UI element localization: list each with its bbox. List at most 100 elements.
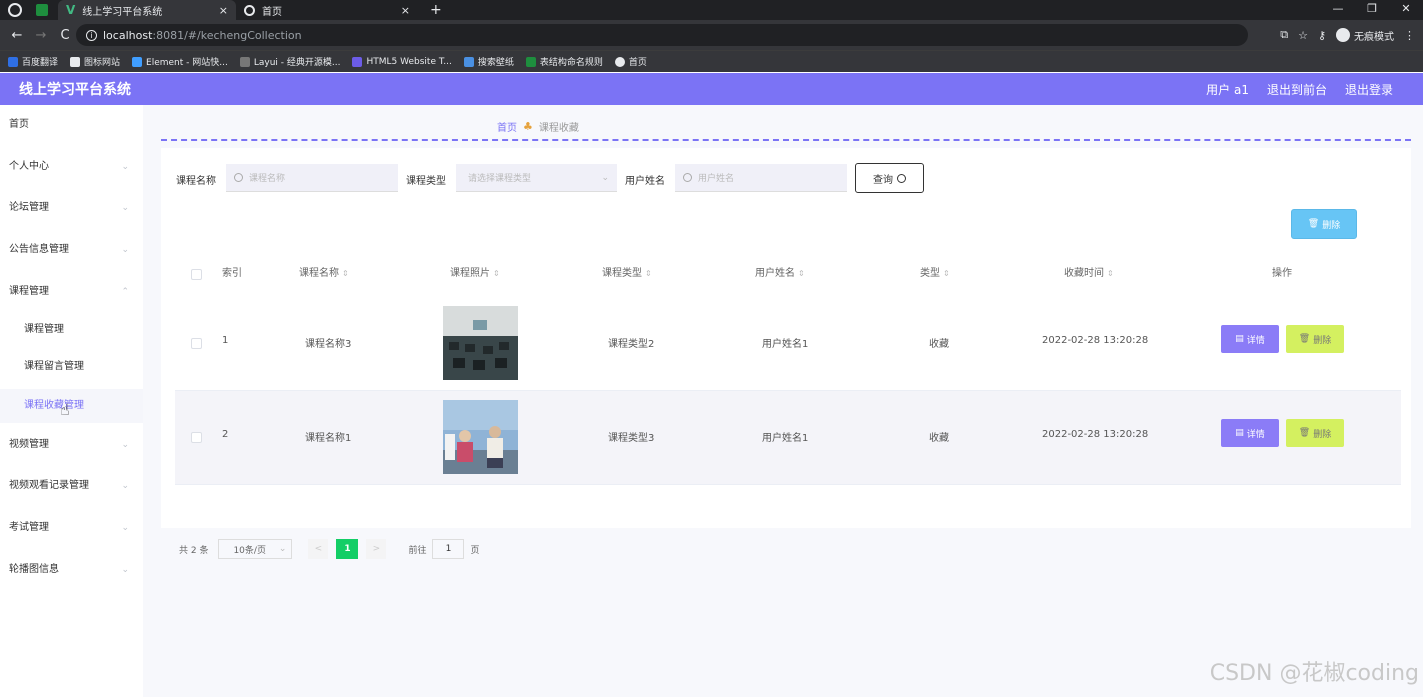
new-tab-button[interactable]: + <box>430 2 442 18</box>
detail-button[interactable]: ▤ 详情 <box>1221 419 1279 447</box>
forward-icon[interactable]: → <box>34 28 48 43</box>
bookmark-item[interactable]: 表结构命名规则 <box>525 55 603 68</box>
sidebar-item-course-group[interactable]: 课程管理 ⌃ <box>0 277 143 307</box>
reload-icon[interactable]: C <box>58 28 72 43</box>
sidebar-item-forum[interactable]: 论坛管理 ⌄ <box>0 193 143 223</box>
browser-tab[interactable]: 首页 × <box>236 0 418 20</box>
back-icon[interactable]: ← <box>10 28 24 43</box>
prev-page-button[interactable]: < <box>308 539 329 559</box>
sort-icon[interactable]: ⇕ <box>798 269 805 278</box>
bookmark-item[interactable]: HTML5 Website T... <box>352 56 452 67</box>
batch-delete-label: 删除 <box>1322 220 1341 231</box>
bookmark-label: Layui - 经典开源模... <box>253 58 341 68</box>
column-label: 类型 <box>920 268 940 279</box>
incognito-indicator[interactable]: 无痕模式 <box>1336 28 1394 43</box>
column-label: 用户姓名 <box>755 268 795 279</box>
sidebar-item-label: 论坛管理 <box>9 202 49 213</box>
bookmark-item[interactable]: Layui - 经典开源模... <box>239 55 341 68</box>
cell-course-name: 课程名称3 <box>305 339 352 350</box>
bookmark-item[interactable]: 搜索壁纸 <box>463 55 514 68</box>
query-button-label: 查询 <box>873 174 893 186</box>
url-input[interactable]: i localhost :8081/#/kechengCollection <box>76 24 1248 46</box>
restore-icon[interactable]: ❐ <box>1355 0 1389 20</box>
bookmark-star-icon[interactable]: ☆ <box>1298 29 1308 42</box>
tab-search-icon[interactable] <box>36 4 48 16</box>
logout-link[interactable]: 退出登录 <box>1345 81 1393 98</box>
browser-menu-icon[interactable] <box>8 3 22 17</box>
sort-icon[interactable]: ⇕ <box>1107 269 1114 278</box>
detail-button[interactable]: ▤ 详情 <box>1221 325 1279 353</box>
tab-title: 线上学习平台系统 <box>82 6 163 18</box>
column-header-actions: 操作 <box>1272 268 1292 279</box>
sort-icon[interactable]: ⇕ <box>493 269 500 278</box>
back-to-front-link[interactable]: 退出到前台 <box>1267 81 1327 98</box>
delete-button[interactable]: 🗑 删除 <box>1286 419 1344 447</box>
column-header-course-photo[interactable]: 课程照片 ⇕ <box>450 255 500 293</box>
sidebar-item-course[interactable]: 课程管理 <box>0 315 143 345</box>
column-header-user-name[interactable]: 用户姓名 ⇕ <box>755 255 805 293</box>
sidebar-item-course-comment[interactable]: 课程留言管理 <box>0 352 143 382</box>
next-page-button[interactable]: > <box>366 539 387 559</box>
cell-kind: 收藏 <box>929 433 949 444</box>
address-bar-actions: ⧉ ☆ ⚷ 无痕模式 ⋮ <box>1280 24 1415 46</box>
page-size-select[interactable]: 10条/页 ⌄ <box>218 539 293 559</box>
batch-delete-button[interactable]: 🗑 删除 <box>1291 209 1357 239</box>
tab-close-icon[interactable]: × <box>401 4 410 17</box>
user-name-label: 用户姓名 <box>625 176 665 187</box>
cell-course-type: 课程类型3 <box>608 433 655 444</box>
row-checkbox[interactable] <box>191 432 202 443</box>
goto-label: 前往 <box>408 545 427 556</box>
sidebar-item-label: 课程管理 <box>9 286 49 297</box>
goto-page-input[interactable]: 1 <box>432 539 465 559</box>
sidebar-item-course-collection[interactable]: 课程收藏管理 <box>0 389 143 423</box>
sidebar-item-exam[interactable]: 考试管理 ⌄ <box>0 513 143 543</box>
sidebar-item-label: 视频观看记录管理 <box>9 480 89 491</box>
url-path: :8081/#/kechengCollection <box>152 28 302 42</box>
column-header-kind[interactable]: 类型 ⇕ <box>920 255 950 293</box>
sidebar-item-home[interactable]: 首页 <box>0 110 143 140</box>
user-name-input[interactable]: 用户姓名 <box>675 164 847 192</box>
course-name-input[interactable]: 课程名称 <box>226 164 398 192</box>
column-header-course-type[interactable]: 课程类型 ⇕ <box>602 255 652 293</box>
column-label: 课程名称 <box>299 268 339 279</box>
sort-icon[interactable]: ⇕ <box>943 269 950 278</box>
site-info-icon[interactable]: i <box>86 29 97 41</box>
sidebar-item-video[interactable]: 视频管理 ⌄ <box>0 430 143 460</box>
close-window-icon[interactable]: ✕ <box>1389 0 1423 20</box>
sidebar-item-personal[interactable]: 个人中心 ⌄ <box>0 152 143 182</box>
breadcrumb-home[interactable]: 首页 <box>497 119 517 134</box>
minimize-icon[interactable]: — <box>1321 0 1355 20</box>
course-type-select[interactable]: 请选择课程类型 ⌄ <box>456 164 617 192</box>
bookmark-item[interactable]: 图标网站 <box>70 55 120 68</box>
detail-label: 详情 <box>1246 429 1265 440</box>
chevron-down-icon: ⌄ <box>121 440 129 450</box>
sort-icon[interactable]: ⇕ <box>342 269 349 278</box>
delete-button[interactable]: 🗑 删除 <box>1286 325 1344 353</box>
course-photo-people <box>443 400 518 474</box>
chevron-down-icon: ⌄ <box>121 162 129 172</box>
more-menu-icon[interactable]: ⋮ <box>1404 29 1415 42</box>
query-button[interactable]: 查询 <box>855 163 924 193</box>
bookmark-label: Element - 网站快... <box>146 58 228 68</box>
browser-tab-active[interactable]: V 线上学习平台系统 × <box>58 0 236 20</box>
page-number-current[interactable]: 1 <box>336 539 359 559</box>
key-icon[interactable]: ⚷ <box>1318 29 1326 42</box>
incognito-label: 无痕模式 <box>1354 31 1394 43</box>
column-header-time[interactable]: 收藏时间 ⇕ <box>1064 255 1114 293</box>
tab-close-icon[interactable]: × <box>219 4 228 17</box>
sort-icon[interactable]: ⇕ <box>645 269 652 278</box>
bookmark-item[interactable]: 首页 <box>614 55 647 68</box>
select-all-checkbox[interactable] <box>191 269 202 280</box>
sidebar-item-notice[interactable]: 公告信息管理 ⌄ <box>0 235 143 265</box>
chevron-down-icon: ⌄ <box>121 565 129 575</box>
element-icon <box>132 56 143 67</box>
row-checkbox[interactable] <box>191 338 202 349</box>
vue-favicon-icon: V <box>66 3 76 17</box>
column-header-course-name[interactable]: 课程名称 ⇕ <box>299 255 349 293</box>
bookmark-item[interactable]: Element - 网站快... <box>132 55 228 68</box>
bookmark-item[interactable]: 百度翻译 <box>8 55 58 68</box>
sidebar-item-video-history[interactable]: 视频观看记录管理 ⌄ <box>0 471 143 501</box>
translate-icon[interactable]: ⧉ <box>1280 28 1288 42</box>
bookmark-label: 首页 <box>628 58 647 68</box>
sidebar-item-carousel[interactable]: 轮播图信息 ⌄ <box>0 555 143 585</box>
